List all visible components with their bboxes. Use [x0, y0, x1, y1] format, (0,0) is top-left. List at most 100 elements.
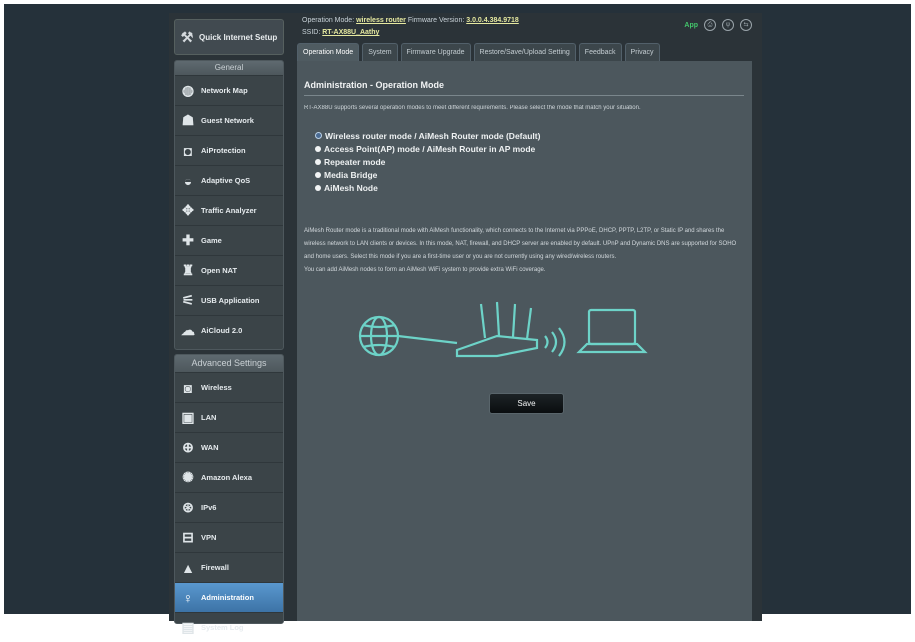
ipv6-icon: ⊛ — [182, 499, 194, 515]
firewall-icon: ▲ — [181, 559, 195, 576]
screen-frame: ⚒ Quick Internet Setup General ◍ Network … — [4, 4, 911, 635]
radio[interactable] — [315, 158, 321, 165]
open-nat-icon: ♜ — [181, 262, 195, 278]
banner-line-1: Operation Mode: wireless router Firmware… — [302, 17, 519, 24]
sidebar-item-label: VPN — [201, 533, 217, 542]
mode-radio-group: Wireless router mode / AiMesh Router mod… — [315, 129, 540, 194]
radio-selected[interactable] — [315, 132, 322, 139]
tab-operation-mode[interactable]: Operation Mode — [297, 43, 360, 62]
mode-explanation: AiMesh Router mode is a traditional mode… — [304, 225, 746, 277]
sidebar-item-label: Game — [201, 236, 222, 245]
alexa-icon: ✺ — [182, 469, 194, 485]
sidebar-item-label: Network Map — [201, 86, 248, 95]
sidebar-item-label: Traffic Analyzer — [201, 206, 257, 215]
mode-label: Access Point(AP) mode / AiMesh Router in… — [324, 143, 536, 154]
sidebar-item-system-log[interactable]: ▤ System Log — [175, 612, 283, 642]
sidebar-item-amazon-alexa[interactable]: ✺ Amazon Alexa — [175, 462, 283, 492]
mode-option-repeater[interactable]: Repeater mode — [315, 155, 540, 168]
operation-mode-label: Operation Mode: — [302, 17, 355, 24]
mode-option-aimesh-node[interactable]: AiMesh Node — [315, 181, 540, 194]
quick-setup-label: Quick Internet Setup — [199, 32, 278, 42]
sidebar-item-network-map[interactable]: ◍ Network Map — [175, 75, 283, 105]
general-menu: General ◍ Network Map ☗ Guest Network ◘ AiP… — [174, 60, 284, 350]
sidebar-item-wireless[interactable]: ◙ Wireless — [175, 372, 283, 402]
sidebar-item-administration[interactable]: ♀ Administration — [175, 582, 283, 612]
status-banner: Operation Mode: wireless router Firmware… — [297, 13, 762, 47]
sidebar-item-traffic-analyzer[interactable]: ✥ Traffic Analyzer — [175, 195, 283, 225]
wifi-signal-icon — [544, 327, 566, 357]
radio[interactable] — [315, 184, 321, 191]
sidebar-item-wan[interactable]: ⊕ WAN — [175, 432, 283, 462]
quick-internet-setup-button[interactable]: ⚒ Quick Internet Setup — [174, 19, 284, 55]
sidebar-item-label: Open NAT — [201, 266, 238, 275]
globe-icon: ◍ — [181, 82, 195, 98]
sidebar-item-label: Guest Network — [201, 116, 254, 125]
gamepad-icon: ✚ — [182, 232, 194, 248]
sidebar-item-label: IPv6 — [201, 503, 217, 512]
shield-icon: ◘ — [183, 142, 193, 159]
app-status[interactable]: App — [684, 22, 698, 29]
general-header: General — [175, 61, 283, 75]
firmware-link[interactable]: 3.0.0.4.384.9718 — [466, 17, 519, 24]
sidebar-item-label: AiCloud 2.0 — [201, 326, 243, 335]
page-title: Administration - Operation Mode — [304, 80, 445, 90]
firmware-label: Firmware Version: — [407, 17, 465, 24]
sidebar-item-usb-application[interactable]: ⚟ USB Application — [175, 285, 283, 315]
sidebar-item-guest-network[interactable]: ☗ Guest Network — [175, 105, 283, 135]
ssid-link[interactable]: RT-AX88U_Aathy — [322, 29, 379, 36]
network-status-icon[interactable]: ⇆ — [740, 19, 752, 31]
sidebar-item-label: Firewall — [201, 563, 229, 572]
sidebar-item-aicloud[interactable]: ☁ AiCloud 2.0 — [175, 315, 283, 345]
sidebar-item-game[interactable]: ✚ Game — [175, 225, 283, 255]
sidebar-item-label: Adaptive QoS — [201, 176, 251, 185]
sidebar: ⚒ Quick Internet Setup General ◍ Network … — [169, 13, 287, 635]
page-description: RT-AX88U supports several operation mode… — [304, 105, 641, 111]
vpn-icon: ⊟ — [182, 529, 194, 545]
wan-icon: ⊕ — [182, 439, 194, 455]
advanced-header: Advanced Settings — [175, 355, 283, 372]
qos-icon: ◒ — [183, 172, 193, 189]
usb-icon: ⚟ — [181, 292, 195, 308]
ssid-label: SSID: — [302, 29, 321, 36]
connection-line — [397, 334, 458, 345]
tab-privacy[interactable]: Privacy — [624, 43, 660, 62]
mode-option-access-point[interactable]: Access Point(AP) mode / AiMesh Router in… — [315, 142, 540, 155]
printer-icon[interactable]: ⎙ — [704, 19, 716, 31]
admin-tabs: Operation Mode System Firmware Upgrade R… — [297, 43, 762, 62]
usb-status-icon[interactable]: ψ — [722, 19, 734, 31]
mode-option-wireless-router[interactable]: Wireless router mode / AiMesh Router mod… — [315, 129, 540, 142]
wireless-icon: ◙ — [183, 379, 193, 396]
tab-feedback[interactable]: Feedback — [578, 43, 622, 62]
analyzer-icon: ✥ — [182, 202, 194, 218]
mode-label: Wireless router mode / AiMesh Router mod… — [325, 130, 541, 141]
lan-icon: ▣ — [181, 409, 195, 425]
tab-firmware-upgrade[interactable]: Firmware Upgrade — [400, 43, 471, 62]
sidebar-item-aiprotection[interactable]: ◘ AiProtection — [175, 135, 283, 165]
sidebar-item-firewall[interactable]: ▲ Firewall — [175, 552, 283, 582]
operation-mode-panel: Administration - Operation Mode RT-AX88U… — [297, 61, 752, 621]
radio[interactable] — [315, 145, 321, 152]
sidebar-item-label: WAN — [201, 443, 219, 452]
status-icons: App ⎙ ψ ⇆ — [684, 19, 752, 31]
log-icon: ▤ — [181, 619, 195, 635]
tab-system[interactable]: System — [362, 43, 398, 62]
save-button[interactable]: Save — [489, 393, 564, 414]
network-illustration — [358, 301, 648, 358]
aimesh-note: You can add AiMesh nodes to form an AiMe… — [304, 267, 546, 273]
operation-mode-link[interactable]: wireless router — [356, 17, 406, 24]
sidebar-item-label: AiProtection — [201, 146, 246, 155]
sidebar-item-label: Administration — [201, 593, 254, 602]
sidebar-item-vpn[interactable]: ⊟ VPN — [175, 522, 283, 552]
router-icon — [455, 301, 539, 358]
radio[interactable] — [315, 171, 321, 178]
sidebar-item-label: Amazon Alexa — [201, 473, 252, 482]
tab-restore-save-upload[interactable]: Restore/Save/Upload Setting — [473, 43, 576, 62]
sidebar-item-adaptive-qos[interactable]: ◒ Adaptive QoS — [175, 165, 283, 195]
sidebar-item-ipv6[interactable]: ⊛ IPv6 — [175, 492, 283, 522]
mode-option-media-bridge[interactable]: Media Bridge — [315, 168, 540, 181]
admin-icon: ♀ — [182, 589, 194, 606]
sidebar-item-open-nat[interactable]: ♜ Open NAT — [175, 255, 283, 285]
sidebar-item-label: USB Application — [201, 296, 260, 305]
sidebar-item-lan[interactable]: ▣ LAN — [175, 402, 283, 432]
sidebar-item-label: LAN — [201, 413, 217, 422]
